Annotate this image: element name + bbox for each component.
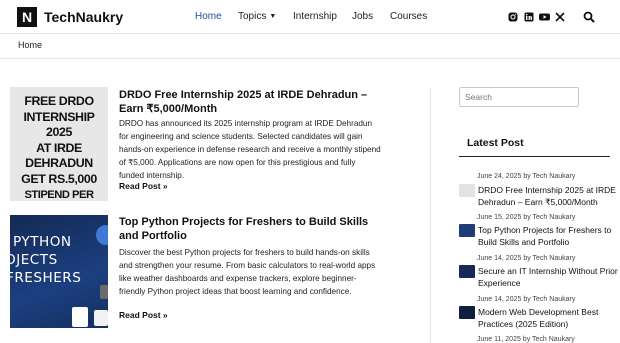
checklist-icon <box>72 307 88 327</box>
instagram-icon[interactable] <box>508 12 518 22</box>
chevron-down-icon: ▼ <box>269 13 277 20</box>
breadcrumb[interactable]: Home <box>18 40 42 50</box>
thumbnail-line: GET RS.5,000 <box>21 171 97 186</box>
latest-post-thumbnail[interactable] <box>459 265 475 278</box>
post-title[interactable]: Top Python Projects for Freshers to Buil… <box>119 215 379 243</box>
thumbnail-line: OJECTS <box>10 252 58 268</box>
site-logo-icon[interactable]: N <box>17 7 37 27</box>
post-title[interactable]: DRDO Free Internship 2025 at IRDE Dehrad… <box>119 88 379 116</box>
thumbnail-text: PYTHON OJECTS FRESHERS <box>10 233 81 287</box>
nav-jobs[interactable]: Jobs <box>352 11 373 22</box>
latest-post-thumbnail[interactable] <box>459 224 475 237</box>
latest-post-title[interactable]: Top Python Projects for Freshers to Buil… <box>478 224 618 248</box>
thumbnail-line: FRESHERS <box>10 270 82 286</box>
latest-post-meta: June 11, 2025 by Tech Naukary <box>477 336 575 343</box>
latest-post-thumbnail[interactable] <box>459 184 475 197</box>
latest-post-meta: June 24, 2025 by Tech Naukary <box>477 173 576 180</box>
sidebar-search-input[interactable] <box>459 87 579 107</box>
site-header: N TechNaukry Home Topics ▼ Internship Job… <box>0 0 620 34</box>
column-divider <box>430 88 431 343</box>
python-logo-icon <box>96 225 108 245</box>
thumbnail-line: STIPEND PER MONTH <box>24 188 94 201</box>
linkedin-icon[interactable] <box>524 12 534 22</box>
post-excerpt: DRDO has announced its 2025 internship p… <box>119 119 381 180</box>
chart-icon <box>94 310 108 326</box>
post-thumbnail[interactable]: FREE DRDO INTERNSHIP 2025 AT IRDE DEHRAD… <box>10 87 108 201</box>
thumbnail-line: PYTHON <box>13 234 72 250</box>
post-thumbnail[interactable]: PYTHON OJECTS FRESHERS <box>10 215 108 328</box>
post-excerpt: Discover the best Python projects for fr… <box>119 248 376 296</box>
x-icon[interactable] <box>555 12 565 22</box>
read-post-link[interactable]: Read Post » <box>119 181 168 191</box>
nav-courses[interactable]: Courses <box>390 11 427 22</box>
site-name[interactable]: TechNaukry <box>44 9 123 25</box>
nav-internship[interactable]: Internship <box>293 11 337 22</box>
thumbnail-text: FREE DRDO INTERNSHIP 2025 AT IRDE DEHRAD… <box>10 94 108 201</box>
latest-post-title[interactable]: DRDO Free Internship 2025 at IRDE Dehrad… <box>478 184 618 208</box>
latest-post-meta: June 15, 2025 by Tech Naukary <box>477 214 576 221</box>
latest-post-title[interactable]: Modern Web Development Best Practices (2… <box>478 306 618 330</box>
breadcrumb-bar: Home <box>0 35 620 59</box>
search-icon[interactable] <box>583 11 595 23</box>
nav-topics[interactable]: Topics ▼ <box>238 11 276 22</box>
latest-post-title[interactable]: Secure an IT Internship Without Prior Ex… <box>478 265 618 289</box>
thumbnail-line: AT IRDE <box>36 140 82 155</box>
nav-topics-label: Topics <box>238 11 267 22</box>
heading-underline <box>459 156 610 157</box>
nav-home[interactable]: Home <box>195 11 222 22</box>
youtube-icon[interactable] <box>539 12 550 22</box>
thumbnail-line: DEHRADUN <box>25 156 93 171</box>
thumbnail-line: INTERNSHIP 2025 <box>23 109 95 140</box>
latest-post-thumbnail[interactable] <box>459 306 475 319</box>
latest-post-meta: June 14, 2025 by Tech Naukary <box>477 296 576 303</box>
calculator-icon <box>100 285 108 299</box>
latest-post-meta: June 14, 2025 by Tech Naukary <box>477 255 576 262</box>
thumbnail-line: FREE DRDO <box>24 94 94 108</box>
read-post-link[interactable]: Read Post » <box>119 310 168 320</box>
latest-post-heading: Latest Post <box>467 137 524 149</box>
